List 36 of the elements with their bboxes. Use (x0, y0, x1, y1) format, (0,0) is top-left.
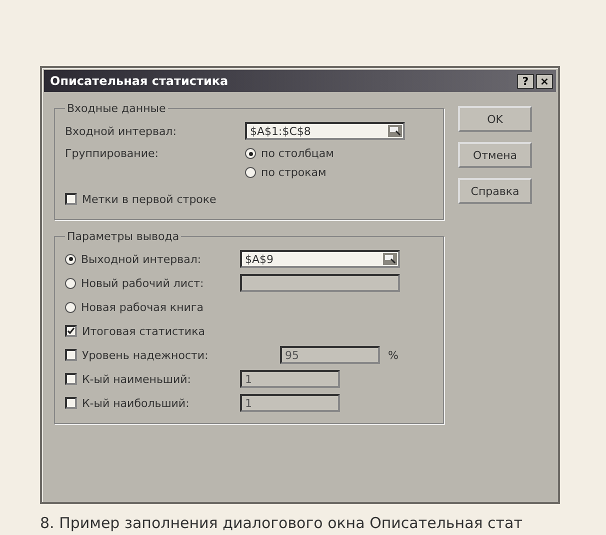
input-field[interactable]: $A$1:$C$8 (245, 122, 405, 140)
dialog-button[interactable]: OK (458, 106, 532, 132)
radio-button[interactable] (65, 302, 76, 312)
checkbox[interactable] (65, 373, 77, 385)
field-label: Входной интервал: (65, 124, 178, 138)
checkbox[interactable] (65, 397, 77, 409)
option-label: К-ый наименьший: (82, 372, 192, 386)
checkbox[interactable] (65, 193, 77, 205)
field-label: Группирование: (65, 147, 160, 160)
unit-label: % (388, 348, 398, 362)
option-label: Итоговая статистика (82, 324, 205, 338)
radio-button[interactable] (65, 254, 76, 264)
checkbox[interactable] (65, 325, 77, 337)
option-label: по строкам (261, 166, 326, 179)
radio-button[interactable] (245, 148, 256, 159)
dialog-button[interactable]: Справка (458, 178, 532, 204)
radio-button[interactable] (65, 278, 76, 288)
checkbox[interactable] (65, 349, 77, 361)
close-button[interactable]: × (536, 74, 553, 88)
group-title: Входные данные (66, 102, 167, 115)
option-label: по столбцам (261, 147, 334, 160)
option-label: Выходной интервал: (81, 252, 202, 266)
help-button[interactable]: ? (517, 74, 534, 88)
range-select-icon[interactable] (383, 253, 397, 265)
option-label: Уровень надежности: (82, 348, 208, 362)
option-label: К-ый наибольший: (82, 396, 190, 410)
group-title: Параметры вывода (66, 230, 180, 243)
option-label: Новый рабочий лист: (81, 276, 204, 290)
window-title: Описательная статистика (50, 74, 230, 88)
input-field[interactable]: $A$9 (240, 250, 400, 268)
option-label: Метки в первой строке (82, 192, 216, 206)
radio-button[interactable] (245, 167, 256, 178)
dialog-button[interactable]: Отмена (458, 142, 532, 168)
range-select-icon[interactable] (388, 125, 402, 137)
figure-caption: 8. Пример заполнения диалогового окна Описательная стат (40, 514, 524, 532)
option-label: Новая рабочая книга (81, 300, 204, 314)
